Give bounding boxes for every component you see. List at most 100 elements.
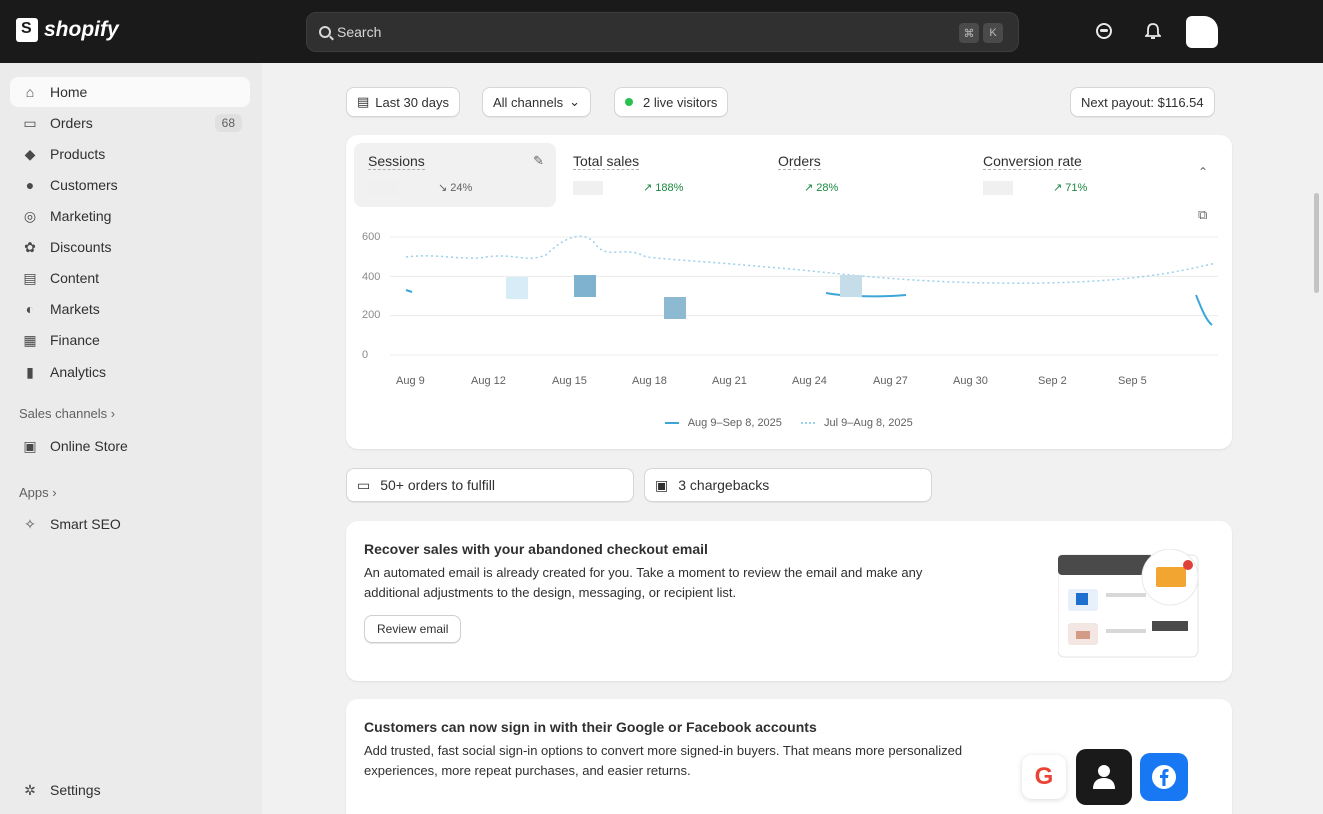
sidebar: ⌂ Home ▭ Orders 68 ◆ Products ● Customer…	[0, 63, 262, 814]
content-icon: ▤	[23, 269, 37, 286]
chart-options-icon[interactable]: ⧉	[1198, 207, 1207, 223]
chart-blur-block	[506, 277, 528, 299]
metric-orders[interactable]: Orders ↗ 28%	[764, 143, 964, 207]
shopify-bag-icon	[16, 18, 38, 42]
chart-blur-block	[664, 297, 686, 319]
x-tick-label: Aug 15	[552, 375, 587, 387]
inbox-icon: ▭	[357, 476, 371, 493]
legend-previous-swatch	[800, 422, 815, 425]
metric-total-sales[interactable]: Total sales ↗ 188%	[559, 143, 759, 207]
previous-period-line	[405, 235, 1217, 284]
sidebar-item-label: Marketing	[50, 208, 112, 224]
sidebar-item-content[interactable]: ▤ Content	[10, 263, 250, 293]
legend-current-label: Aug 9–Sep 8, 2025	[687, 417, 782, 429]
sidebar-item-markets[interactable]: ◐ Markets	[10, 294, 250, 324]
chart-legend: Aug 9–Sep 8, 2025 Jul 9–Aug 8, 2025	[346, 417, 1232, 429]
sidebar-item-discounts[interactable]: ✿ Discounts	[10, 232, 250, 262]
shortcut-k-key: K	[983, 23, 1003, 43]
sidebar-item-label: Settings	[50, 782, 101, 798]
sidebar-item-label: Home	[50, 84, 88, 100]
sidebar-item-label: Analytics	[50, 364, 107, 380]
sidebar-item-finance[interactable]: ▦ Finance	[10, 325, 250, 355]
sidebar-item-products[interactable]: ◆ Products	[10, 139, 250, 169]
bell-icon[interactable]	[1144, 22, 1162, 40]
date-range-button[interactable]: ▤ Last 30 days	[346, 87, 461, 117]
sidebar-item-marketing[interactable]: ◎ Marketing	[10, 201, 250, 231]
chevron-down-icon: ⌄	[569, 94, 581, 109]
gear-icon: ✲	[24, 781, 36, 798]
live-visitors-button[interactable]: 2 live visitors	[614, 87, 729, 117]
chargebacks-button[interactable]: ▣ 3 chargebacks	[644, 468, 932, 502]
x-tick-label: Sep 2	[1038, 375, 1067, 387]
sidebar-item-home[interactable]: ⌂ Home	[10, 77, 250, 107]
metric-sessions[interactable]: Sessions ↘ 24% ✎	[354, 143, 556, 207]
metric-conversion-rate[interactable]: Conversion rate ↗ 71%	[969, 143, 1169, 207]
y-tick-label: 200	[362, 309, 381, 321]
y-tick-label: 600	[362, 231, 381, 243]
blurred-value	[983, 181, 1013, 196]
social-signin-card: Customers can now sign in with their Goo…	[346, 699, 1232, 814]
sidebar-item-orders[interactable]: ▭ Orders 68	[10, 108, 250, 138]
sidebar-item-label: Products	[50, 146, 106, 162]
channels-dropdown[interactable]: All channels ⌄	[482, 87, 592, 117]
metric-label: Orders	[778, 153, 821, 170]
sidekick-icon[interactable]	[1095, 22, 1113, 40]
bank-icon: ▦	[23, 331, 37, 348]
apps-label: Apps	[19, 485, 49, 500]
y-tick-label: 0	[362, 349, 369, 361]
date-range-label: Last 30 days	[375, 94, 450, 110]
sidebar-item-settings[interactable]: ✲ Settings	[10, 775, 250, 805]
promo-body: An automated email is already created fo…	[364, 565, 923, 600]
chart-blur-block	[840, 275, 862, 297]
search-input[interactable]: Search ⌘ K	[306, 12, 1019, 52]
current-period-line	[405, 289, 1213, 326]
sidebar-item-label: Discounts	[50, 239, 112, 255]
pencil-icon[interactable]: ✎	[533, 153, 544, 169]
metric-label: Sessions	[368, 153, 425, 170]
logo-text: shopify	[44, 18, 119, 41]
analytics-card: Sessions ↘ 24% ✎ Total sales ↗ 188% Orde…	[346, 135, 1232, 449]
next-payout-button[interactable]: Next payout: $116.54	[1070, 87, 1215, 117]
x-tick-label: Aug 21	[712, 375, 747, 387]
sidebar-item-online-store[interactable]: ▣ Online Store	[10, 431, 250, 461]
user-icon	[1076, 749, 1132, 805]
search-icon	[319, 26, 331, 38]
scrollbar-thumb[interactable]	[1314, 193, 1319, 293]
sidebar-item-customers[interactable]: ● Customers	[10, 170, 250, 200]
orders-count-badge: 68	[214, 114, 242, 132]
channels-label: All channels	[493, 94, 564, 110]
sales-channels-header[interactable]: Sales channels ›	[19, 406, 115, 421]
x-tick-label: Aug 18	[632, 375, 667, 387]
calendar-icon: ▤	[357, 94, 370, 109]
sidebar-item-smart-seo[interactable]: ✧ Smart SEO	[10, 509, 250, 539]
orders-to-fulfill-button[interactable]: ▭ 50+ orders to fulfill	[346, 468, 634, 502]
avatar[interactable]	[1186, 16, 1218, 48]
email-illustration	[1058, 549, 1199, 658]
review-email-button[interactable]: Review email	[364, 615, 462, 643]
discount-icon: ✿	[24, 238, 36, 255]
promo-body: Add trusted, fast social sign-in options…	[364, 743, 963, 778]
x-tick-label: Aug 9	[396, 375, 425, 387]
inbox-icon: ▭	[23, 114, 37, 131]
sidebar-item-label: Smart SEO	[50, 516, 121, 532]
top-bar: shopify Search ⌘ K	[0, 0, 1323, 63]
sidebar-item-analytics[interactable]: ▮ Analytics	[10, 357, 250, 387]
search-placeholder: Search	[337, 24, 382, 40]
tag-icon: ◆	[24, 145, 36, 162]
sales-channels-label: Sales channels	[19, 406, 108, 421]
person-icon: ●	[25, 177, 35, 193]
shortcut-command-key: ⌘	[959, 23, 979, 43]
chart-blur-block	[574, 275, 596, 297]
chevron-up-icon[interactable]: ⌃	[1198, 165, 1208, 179]
x-tick-label: Aug 12	[471, 375, 506, 387]
live-visitors-label: 2 live visitors	[643, 94, 718, 110]
abandoned-checkout-card: Recover sales with your abandoned checko…	[346, 521, 1232, 681]
apps-header[interactable]: Apps ›	[19, 485, 57, 500]
sidebar-item-label: Markets	[50, 301, 100, 317]
scrollbar[interactable]	[1309, 63, 1323, 814]
x-tick-label: Sep 5	[1118, 375, 1147, 387]
home-icon: ⌂	[25, 84, 35, 100]
y-tick-label: 400	[362, 271, 381, 283]
metric-label: Conversion rate	[983, 153, 1082, 170]
shopify-logo[interactable]: shopify	[16, 18, 119, 42]
